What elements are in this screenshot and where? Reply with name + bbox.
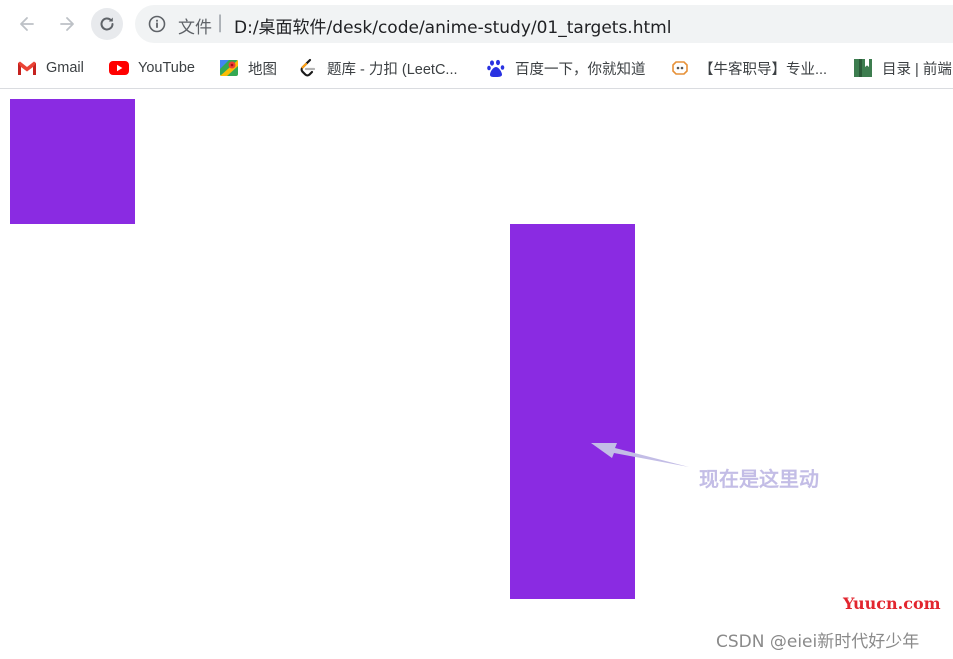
bookmark-icon [853, 58, 873, 78]
bookmark-label: 目录 | 前端 [882, 61, 952, 78]
bookmark-leetcode[interactable]: 题库 - 力扣 (LeetC... [298, 56, 458, 80]
url-text[interactable]: D:/桌面软件/desk/code/anime-study/01_targets… [234, 13, 671, 38]
maps-icon [219, 58, 239, 78]
baidu-icon [486, 58, 506, 78]
address-bar[interactable]: 文件 | D:/桌面软件/desk/code/anime-study/01_ta… [135, 5, 953, 43]
bookmark-label: Gmail [46, 60, 84, 76]
info-icon[interactable] [148, 15, 166, 33]
arrow-right-icon [60, 17, 74, 31]
bookmark-youtube[interactable]: YouTube [109, 56, 195, 80]
site-watermark: Yuucn.com [843, 594, 941, 613]
bookmark-maps[interactable]: 地图 [219, 56, 277, 80]
gmail-icon [17, 58, 37, 78]
annotation-text: 现在是这里动 [699, 467, 819, 491]
author-watermark: CSDN @eiei新时代好少年 [716, 632, 920, 652]
arrow-left-icon [20, 17, 34, 31]
bookmark-gmail[interactable]: Gmail [17, 56, 84, 80]
bookmark-label: YouTube [138, 60, 195, 76]
annotation-arrow-icon [591, 443, 689, 467]
bookmarks-bar: Gmail YouTube 地图 题库 - 力扣 (LeetC... 百度一下，… [0, 48, 953, 89]
leetcode-icon [298, 58, 318, 78]
bookmark-label: 百度一下，你就知道 [515, 61, 646, 78]
purple-box-animated [510, 224, 635, 599]
browser-toolbar: 文件 | D:/桌面软件/desk/code/anime-study/01_ta… [0, 0, 953, 48]
bookmark-label: 地图 [248, 61, 277, 78]
purple-box-static [10, 99, 135, 224]
reload-icon [100, 17, 114, 31]
reload-button[interactable] [91, 8, 123, 40]
bookmark-baidu[interactable]: 百度一下，你就知道 [486, 56, 646, 80]
address-separator: | [217, 12, 224, 33]
bookmark-label: 【牛客职导】专业... [699, 61, 828, 78]
bookmark-nowcoder[interactable]: 【牛客职导】专业... [670, 56, 827, 80]
forward-button[interactable] [51, 8, 83, 40]
back-button[interactable] [11, 8, 43, 40]
nowcoder-icon [670, 58, 690, 78]
youtube-icon [109, 58, 129, 78]
scheme-label: 文件 [178, 18, 212, 38]
bookmark-label: 题库 - 力扣 (LeetC... [327, 61, 458, 78]
bookmark-catalog[interactable]: 目录 | 前端 [853, 56, 952, 80]
